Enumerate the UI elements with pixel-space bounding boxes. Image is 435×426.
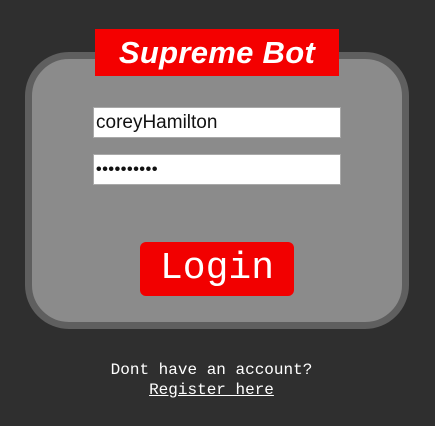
brand-logo: Supreme Bot: [95, 29, 339, 76]
login-button[interactable]: Login: [140, 242, 294, 296]
username-input[interactable]: [93, 107, 341, 138]
register-link[interactable]: Register here: [149, 380, 274, 400]
register-prompt: Dont have an account? Register here: [0, 360, 423, 400]
brand-title: Supreme Bot: [118, 35, 316, 70]
register-question: Dont have an account?: [110, 361, 313, 379]
password-input[interactable]: [93, 154, 341, 185]
